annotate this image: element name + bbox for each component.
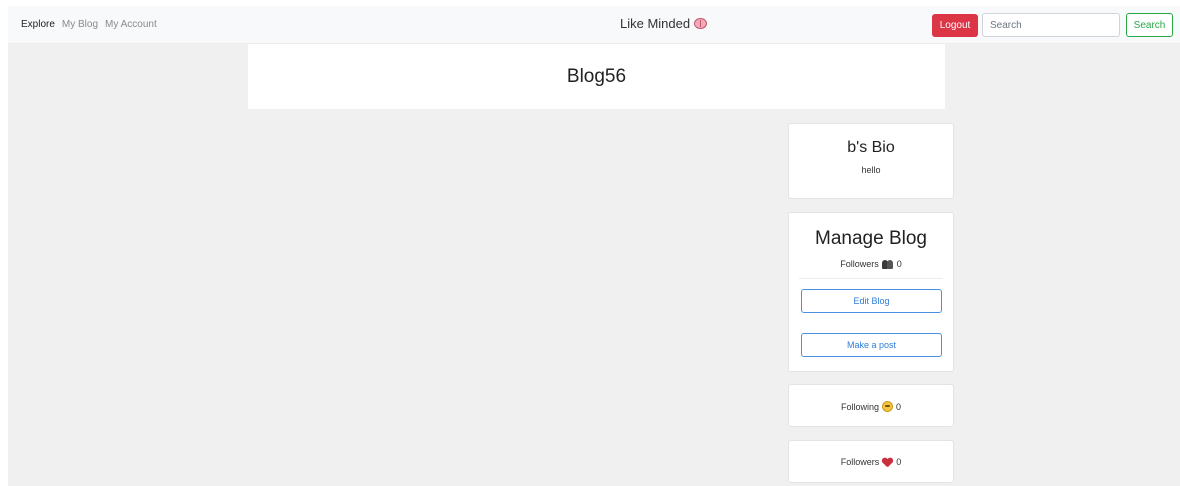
page-frame: Explore My Blog My Account Like Minded L… [8,6,1180,486]
bio-card: b's Bio hello [788,123,954,199]
followers-card[interactable]: Followers 0 [788,440,954,483]
bio-title: b's Bio [847,139,895,156]
following-label: Following [840,401,879,412]
manage-followers-line: Followers 0 [789,259,953,269]
blog-title: Blog56 [566,65,627,87]
bio-text: hello [861,165,881,175]
manage-blog-card: Manage Blog Followers 0 Edit Blog Make a… [788,212,954,372]
followers-line: Followers 0 [789,457,953,467]
navbar: Explore My Blog My Account Like Minded L… [8,6,1180,44]
search-button[interactable]: Search [1126,13,1173,37]
smiley-face-icon [882,401,893,412]
blog-header: Blog56 [248,44,945,109]
brand[interactable]: Like Minded [620,16,708,31]
brand-label: Like Minded [620,16,691,31]
manage-followers-label: Followers [840,259,879,269]
following-count: 0 [896,401,902,412]
logout-button[interactable]: Logout [932,14,978,37]
search-input[interactable] [982,13,1120,37]
manage-blog-title: Manage Blog [815,228,927,249]
make-post-button[interactable]: Make a post [801,333,942,357]
following-card[interactable]: Following 0 [788,384,954,427]
edit-blog-button[interactable]: Edit Blog [801,289,942,313]
nav-link-my-account[interactable]: My Account [105,19,157,30]
nav-links: Explore My Blog My Account [21,19,164,30]
brain-icon [694,18,708,29]
followers-label: Followers [840,457,880,467]
people-icon [881,259,894,269]
manage-followers-count: 0 [896,259,902,269]
nav-link-explore[interactable]: Explore [21,19,55,30]
divider [799,278,943,279]
following-line: Following 0 [789,401,953,412]
heart-icon [882,458,893,467]
nav-link-my-blog[interactable]: My Blog [62,19,98,30]
followers-count: 0 [896,457,902,467]
